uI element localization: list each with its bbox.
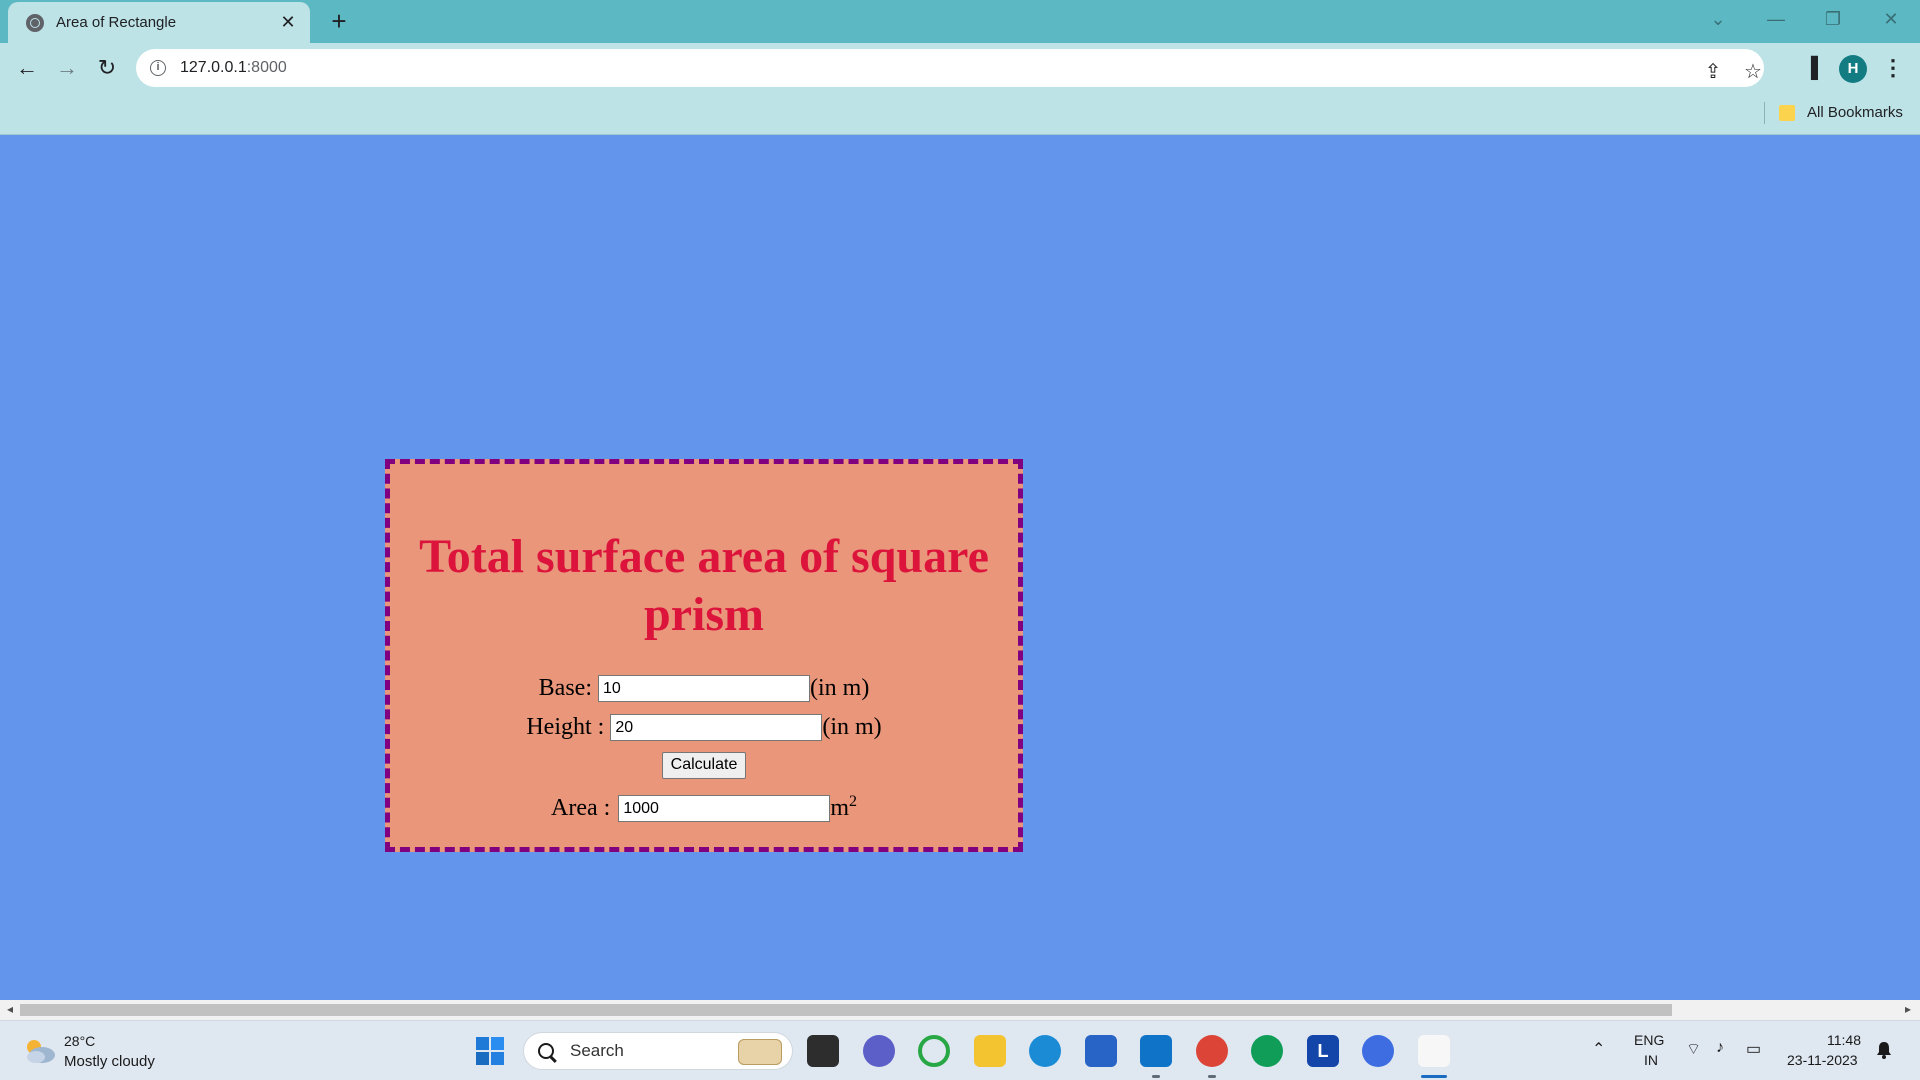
tab-search-icon[interactable]: ⌄	[1698, 4, 1738, 34]
height-unit: (in m)	[822, 714, 882, 740]
refresh-app-icon[interactable]	[918, 1035, 950, 1067]
folder-icon	[1779, 105, 1795, 121]
base-label: Base:	[538, 675, 592, 701]
calculate-button[interactable]: Calculate	[661, 751, 747, 779]
clock-date[interactable]: 23-11-2023	[1787, 1052, 1858, 1068]
weather-description[interactable]: Mostly cloudy	[64, 1053, 155, 1070]
height-row: Height : (in m)	[390, 708, 1018, 747]
site-info-icon[interactable]: i	[150, 60, 166, 76]
vscode-icon[interactable]	[1140, 1035, 1172, 1067]
search-highlight-icon	[738, 1039, 782, 1065]
running-indicator	[1208, 1075, 1216, 1078]
language-top[interactable]: ENG	[1634, 1032, 1664, 1048]
l-app-icon[interactable]: L	[1307, 1035, 1339, 1067]
scroll-left-icon[interactable]: ◂	[2, 1002, 18, 1016]
weather-temperature[interactable]: 28°C	[64, 1033, 95, 1049]
area-output[interactable]	[618, 795, 831, 822]
globe-icon	[26, 13, 44, 32]
bookmarks-separator	[1764, 102, 1765, 124]
area-row: Area : m2	[390, 789, 1018, 828]
triangle-app-icon[interactable]	[1362, 1035, 1394, 1067]
file-explorer-icon[interactable]	[974, 1035, 1006, 1067]
tab-strip: Area of Rectangle ✕ + ⌄ — ❐ ✕	[0, 0, 1920, 43]
reload-icon[interactable]: ↻	[92, 55, 122, 83]
url-text: 127.0.0.1:8000	[180, 59, 287, 76]
all-bookmarks-link[interactable]: All Bookmarks	[1807, 104, 1903, 121]
new-tab-button[interactable]: +	[324, 6, 354, 36]
restore-icon[interactable]: ❐	[1813, 4, 1853, 34]
scrollbar-thumb[interactable]	[20, 1004, 1672, 1016]
wifi-icon[interactable]: ⌔	[1686, 1039, 1701, 1059]
side-panel-icon[interactable]: ▐	[1796, 53, 1826, 83]
search-placeholder: Search	[570, 1041, 624, 1060]
taskbar-search[interactable]: Search	[523, 1032, 793, 1070]
base-input[interactable]	[598, 675, 810, 702]
profile-avatar[interactable]: H	[1839, 55, 1867, 83]
area-label: Area :	[551, 795, 611, 821]
clock-time[interactable]: 11:48	[1827, 1032, 1861, 1048]
height-label: Height :	[526, 714, 605, 740]
chrome-icon[interactable]	[1251, 1035, 1283, 1067]
tab-title: Area of Rectangle	[56, 14, 177, 31]
page-title: Total surface area of square prism	[419, 530, 989, 641]
chrome-profile-icon[interactable]	[1196, 1035, 1228, 1067]
language-bottom[interactable]: IN	[1644, 1052, 1658, 1068]
volume-icon[interactable]: ♪	[1716, 1039, 1724, 1057]
store-icon[interactable]	[1085, 1035, 1117, 1067]
forward-icon[interactable]: →	[52, 55, 82, 83]
calculator-card: Total surface area of square prism Base:…	[385, 459, 1023, 852]
task-view-icon[interactable]	[807, 1035, 839, 1067]
minimize-icon[interactable]: —	[1756, 4, 1796, 34]
taskbar: 28°C Mostly cloudy Search L ⌃ ENG IN ⌔ ♪…	[0, 1020, 1920, 1080]
bookmark-star-icon[interactable]: ☆	[1738, 57, 1768, 87]
address-bar[interactable]: i 127.0.0.1:8000 ⇪ ☆	[136, 49, 1764, 87]
area-unit: m2	[830, 793, 857, 822]
notification-bell-icon[interactable]	[1876, 1041, 1892, 1059]
base-row: Base: (in m)	[390, 669, 1018, 708]
edge-browser-icon[interactable]	[1029, 1035, 1061, 1067]
menu-icon[interactable]: ⋮	[1880, 53, 1906, 83]
weather-cloud-icon[interactable]	[22, 1038, 56, 1064]
search-icon	[538, 1043, 554, 1059]
battery-icon[interactable]: ▭	[1746, 1039, 1761, 1059]
height-input[interactable]	[610, 714, 823, 741]
snipping-tool-icon[interactable]	[1418, 1035, 1450, 1067]
close-window-icon[interactable]: ✕	[1871, 4, 1911, 34]
base-unit: (in m)	[810, 675, 870, 701]
chat-icon[interactable]	[863, 1035, 895, 1067]
running-indicator	[1152, 1075, 1160, 1078]
browser-toolbar: ← → ↻ i 127.0.0.1:8000 ⇪ ☆ ▐ H ⋮	[0, 43, 1920, 93]
tray-overflow-icon[interactable]: ⌃	[1592, 1039, 1605, 1059]
button-row: Calculate	[390, 747, 1018, 783]
browser-tab[interactable]: Area of Rectangle ✕	[8, 2, 310, 43]
bookmarks-bar: All Bookmarks	[0, 93, 1920, 135]
close-tab-icon[interactable]: ✕	[278, 12, 298, 33]
scroll-right-icon[interactable]: ▸	[1900, 1002, 1916, 1016]
windows-start-icon[interactable]	[474, 1035, 506, 1067]
active-indicator	[1421, 1075, 1447, 1078]
horizontal-scrollbar[interactable]: ◂ ▸	[0, 1000, 1920, 1020]
back-icon[interactable]: ←	[12, 55, 42, 83]
share-icon[interactable]: ⇪	[1698, 57, 1728, 87]
